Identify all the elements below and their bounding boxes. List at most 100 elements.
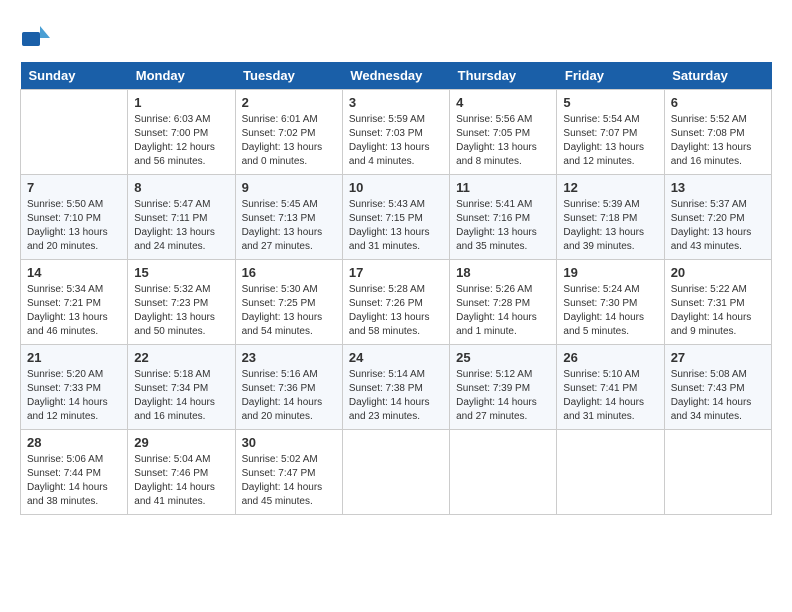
weekday-header-friday: Friday <box>557 62 664 90</box>
calendar-week-1: 1Sunrise: 6:03 AM Sunset: 7:00 PM Daylig… <box>21 90 772 175</box>
day-info: Sunrise: 5:39 AM Sunset: 7:18 PM Dayligh… <box>563 198 657 254</box>
day-info: Sunrise: 5:50 AM Sunset: 7:10 PM Dayligh… <box>27 198 121 254</box>
day-number: 6 <box>671 95 765 110</box>
day-info: Sunrise: 5:59 AM Sunset: 7:03 PM Dayligh… <box>349 113 443 169</box>
calendar-cell: 29 Sunrise: 5:04 AM Sunset: 7:46 PM Dayli… <box>128 430 235 515</box>
calendar-week-3: 14Sunrise: 5:34 AM Sunset: 7:21 PM Dayli… <box>21 260 772 345</box>
calendar-cell: 27 Sunrise: 5:08 AM Sunset: 7:43 PM Dayli… <box>664 345 771 430</box>
day-number: 29 <box>134 435 228 450</box>
day-number: 10 <box>349 180 443 195</box>
weekday-header-row: SundayMondayTuesdayWednesdayThursdayFrid… <box>21 62 772 90</box>
calendar-cell: 22 Sunrise: 5:18 AM Sunset: 7:34 PM Dayli… <box>128 345 235 430</box>
calendar-cell <box>21 90 128 175</box>
calendar-cell <box>450 430 557 515</box>
day-info: Sunrise: 5:16 AM Sunset: 7:36 PM Dayligh… <box>242 368 336 424</box>
day-info: Sunrise: 5:30 AM Sunset: 7:25 PM Dayligh… <box>242 283 336 339</box>
calendar-cell <box>557 430 664 515</box>
calendar-cell: 5 Sunrise: 5:54 AM Sunset: 7:07 PM Daylig… <box>557 90 664 175</box>
logo-icon <box>20 20 52 52</box>
calendar-cell: 12 Sunrise: 5:39 AM Sunset: 7:18 PM Dayli… <box>557 175 664 260</box>
calendar-cell: 13 Sunrise: 5:37 AM Sunset: 7:20 PM Dayli… <box>664 175 771 260</box>
calendar-cell: 19 Sunrise: 5:24 AM Sunset: 7:30 PM Dayli… <box>557 260 664 345</box>
day-info: Sunrise: 5:26 AM Sunset: 7:28 PM Dayligh… <box>456 283 550 339</box>
calendar-cell: 9 Sunrise: 5:45 AM Sunset: 7:13 PM Daylig… <box>235 175 342 260</box>
day-number: 11 <box>456 180 550 195</box>
weekday-header-wednesday: Wednesday <box>342 62 449 90</box>
calendar-cell: 26 Sunrise: 5:10 AM Sunset: 7:41 PM Dayli… <box>557 345 664 430</box>
day-number: 3 <box>349 95 443 110</box>
day-number: 24 <box>349 350 443 365</box>
day-number: 23 <box>242 350 336 365</box>
calendar-week-2: 7 Sunrise: 5:50 AM Sunset: 7:10 PM Daylig… <box>21 175 772 260</box>
day-number: 4 <box>456 95 550 110</box>
calendar-cell: 10 Sunrise: 5:43 AM Sunset: 7:15 PM Dayli… <box>342 175 449 260</box>
day-info: Sunrise: 5:34 AM Sunset: 7:21 PM Dayligh… <box>27 283 121 339</box>
day-info: Sunrise: 5:18 AM Sunset: 7:34 PM Dayligh… <box>134 368 228 424</box>
day-number: 8 <box>134 180 228 195</box>
day-info: Sunrise: 5:45 AM Sunset: 7:13 PM Dayligh… <box>242 198 336 254</box>
calendar-cell: 24 Sunrise: 5:14 AM Sunset: 7:38 PM Dayli… <box>342 345 449 430</box>
day-number: 9 <box>242 180 336 195</box>
day-number: 19 <box>563 265 657 280</box>
day-number: 17 <box>349 265 443 280</box>
day-number: 15 <box>134 265 228 280</box>
day-info: Sunrise: 5:12 AM Sunset: 7:39 PM Dayligh… <box>456 368 550 424</box>
calendar-cell: 20 Sunrise: 5:22 AM Sunset: 7:31 PM Dayli… <box>664 260 771 345</box>
weekday-header-saturday: Saturday <box>664 62 771 90</box>
calendar-cell: 11 Sunrise: 5:41 AM Sunset: 7:16 PM Dayli… <box>450 175 557 260</box>
day-info: Sunrise: 5:32 AM Sunset: 7:23 PM Dayligh… <box>134 283 228 339</box>
day-info: Sunrise: 5:56 AM Sunset: 7:05 PM Dayligh… <box>456 113 550 169</box>
calendar-cell: 2Sunrise: 6:01 AM Sunset: 7:02 PM Daylig… <box>235 90 342 175</box>
day-info: Sunrise: 5:28 AM Sunset: 7:26 PM Dayligh… <box>349 283 443 339</box>
day-info: Sunrise: 5:04 AM Sunset: 7:46 PM Dayligh… <box>134 453 228 509</box>
calendar-cell: 15 Sunrise: 5:32 AM Sunset: 7:23 PM Dayli… <box>128 260 235 345</box>
day-info: Sunrise: 5:41 AM Sunset: 7:16 PM Dayligh… <box>456 198 550 254</box>
day-number: 12 <box>563 180 657 195</box>
calendar-cell: 28Sunrise: 5:06 AM Sunset: 7:44 PM Dayli… <box>21 430 128 515</box>
day-info: Sunrise: 5:20 AM Sunset: 7:33 PM Dayligh… <box>27 368 121 424</box>
calendar-cell: 14Sunrise: 5:34 AM Sunset: 7:21 PM Dayli… <box>21 260 128 345</box>
day-info: Sunrise: 5:43 AM Sunset: 7:15 PM Dayligh… <box>349 198 443 254</box>
day-info: Sunrise: 5:14 AM Sunset: 7:38 PM Dayligh… <box>349 368 443 424</box>
calendar-cell: 23 Sunrise: 5:16 AM Sunset: 7:36 PM Dayli… <box>235 345 342 430</box>
calendar-cell: 25 Sunrise: 5:12 AM Sunset: 7:39 PM Dayli… <box>450 345 557 430</box>
day-info: Sunrise: 6:03 AM Sunset: 7:00 PM Dayligh… <box>134 113 228 169</box>
day-number: 2 <box>242 95 336 110</box>
day-info: Sunrise: 5:37 AM Sunset: 7:20 PM Dayligh… <box>671 198 765 254</box>
day-number: 20 <box>671 265 765 280</box>
weekday-header-thursday: Thursday <box>450 62 557 90</box>
day-number: 27 <box>671 350 765 365</box>
day-number: 22 <box>134 350 228 365</box>
calendar-cell: 16Sunrise: 5:30 AM Sunset: 7:25 PM Dayli… <box>235 260 342 345</box>
calendar-cell: 17 Sunrise: 5:28 AM Sunset: 7:26 PM Dayli… <box>342 260 449 345</box>
calendar-cell <box>664 430 771 515</box>
day-number: 25 <box>456 350 550 365</box>
day-info: Sunrise: 5:08 AM Sunset: 7:43 PM Dayligh… <box>671 368 765 424</box>
day-info: Sunrise: 5:24 AM Sunset: 7:30 PM Dayligh… <box>563 283 657 339</box>
calendar-cell: 7 Sunrise: 5:50 AM Sunset: 7:10 PM Daylig… <box>21 175 128 260</box>
day-info: Sunrise: 5:02 AM Sunset: 7:47 PM Dayligh… <box>242 453 336 509</box>
calendar-cell: 6 Sunrise: 5:52 AM Sunset: 7:08 PM Daylig… <box>664 90 771 175</box>
calendar-cell: 3 Sunrise: 5:59 AM Sunset: 7:03 PM Daylig… <box>342 90 449 175</box>
calendar-body: 1Sunrise: 6:03 AM Sunset: 7:00 PM Daylig… <box>21 90 772 515</box>
day-info: Sunrise: 5:10 AM Sunset: 7:41 PM Dayligh… <box>563 368 657 424</box>
day-info: Sunrise: 5:47 AM Sunset: 7:11 PM Dayligh… <box>134 198 228 254</box>
calendar-cell: 4 Sunrise: 5:56 AM Sunset: 7:05 PM Daylig… <box>450 90 557 175</box>
weekday-header-tuesday: Tuesday <box>235 62 342 90</box>
calendar-cell: 30 Sunrise: 5:02 AM Sunset: 7:47 PM Dayli… <box>235 430 342 515</box>
day-number: 5 <box>563 95 657 110</box>
day-number: 30 <box>242 435 336 450</box>
day-number: 21 <box>27 350 121 365</box>
calendar-cell <box>342 430 449 515</box>
day-info: Sunrise: 5:06 AM Sunset: 7:44 PM Dayligh… <box>27 453 121 509</box>
page-header <box>20 20 772 52</box>
calendar-cell: 18Sunrise: 5:26 AM Sunset: 7:28 PM Dayli… <box>450 260 557 345</box>
day-number: 26 <box>563 350 657 365</box>
day-number: 13 <box>671 180 765 195</box>
day-number: 7 <box>27 180 121 195</box>
calendar-table: SundayMondayTuesdayWednesdayThursdayFrid… <box>20 62 772 515</box>
day-info: Sunrise: 5:52 AM Sunset: 7:08 PM Dayligh… <box>671 113 765 169</box>
day-info: Sunrise: 5:54 AM Sunset: 7:07 PM Dayligh… <box>563 113 657 169</box>
day-info: Sunrise: 5:22 AM Sunset: 7:31 PM Dayligh… <box>671 283 765 339</box>
calendar-week-5: 28Sunrise: 5:06 AM Sunset: 7:44 PM Dayli… <box>21 430 772 515</box>
